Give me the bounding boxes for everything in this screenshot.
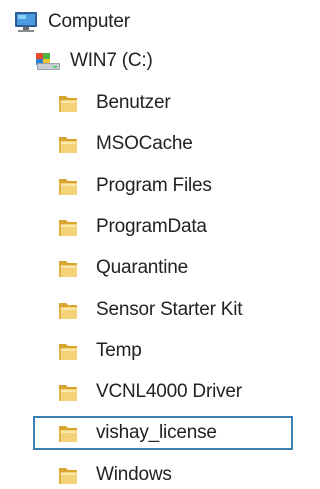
tree-item-computer[interactable]: Computer <box>12 5 130 39</box>
tree-item-programdata[interactable]: ProgramData <box>56 210 207 244</box>
folder-icon <box>56 91 82 115</box>
tree-item-label: MSOCache <box>96 133 193 154</box>
tree-item-windows[interactable]: Windows <box>56 458 172 489</box>
tree-item-temp[interactable]: Temp <box>56 334 142 368</box>
tree-item-label: VCNL4000 Driver <box>96 381 242 402</box>
folder-icon <box>56 215 82 239</box>
folder-icon <box>56 339 82 363</box>
computer-icon <box>12 10 40 34</box>
folder-icon <box>56 132 82 156</box>
tree-item-label: Windows <box>96 464 172 485</box>
tree-item-label: Benutzer <box>96 92 171 113</box>
tree-item-label: Computer <box>48 11 130 32</box>
tree-item-label: Quarantine <box>96 257 189 278</box>
folder-icon <box>56 463 82 487</box>
tree-item-label: Temp <box>96 340 142 361</box>
tree-item-label: WIN7 (C:) <box>70 50 153 71</box>
folder-icon <box>56 256 82 280</box>
tree-item-vishay-license[interactable]: vishay_license <box>33 416 293 450</box>
tree-item-label: vishay_license <box>96 422 217 443</box>
folder-icon <box>56 298 82 322</box>
tree-item-vcnl4000-driver[interactable]: VCNL4000 Driver <box>56 375 242 409</box>
folder-icon <box>56 174 82 198</box>
folder-icon <box>56 380 82 404</box>
tree-item-program-files[interactable]: Program Files <box>56 169 212 203</box>
tree-item-label: Sensor Starter Kit <box>96 299 243 320</box>
tree-item-drive-c[interactable]: WIN7 (C:) <box>34 44 153 78</box>
tree-item-sensor-starter-kit[interactable]: Sensor Starter Kit <box>56 293 243 327</box>
hard-drive-icon <box>34 49 62 73</box>
navigation-tree: Computer WIN7 (C:) Benutzer MSOCache Progr… <box>0 0 293 489</box>
tree-item-msocache[interactable]: MSOCache <box>56 127 193 161</box>
tree-item-quarantine[interactable]: Quarantine <box>56 251 188 285</box>
tree-item-benutzer[interactable]: Benutzer <box>56 86 171 120</box>
tree-item-label: ProgramData <box>96 216 207 237</box>
folder-icon <box>56 421 82 445</box>
tree-item-label: Program Files <box>96 175 212 196</box>
